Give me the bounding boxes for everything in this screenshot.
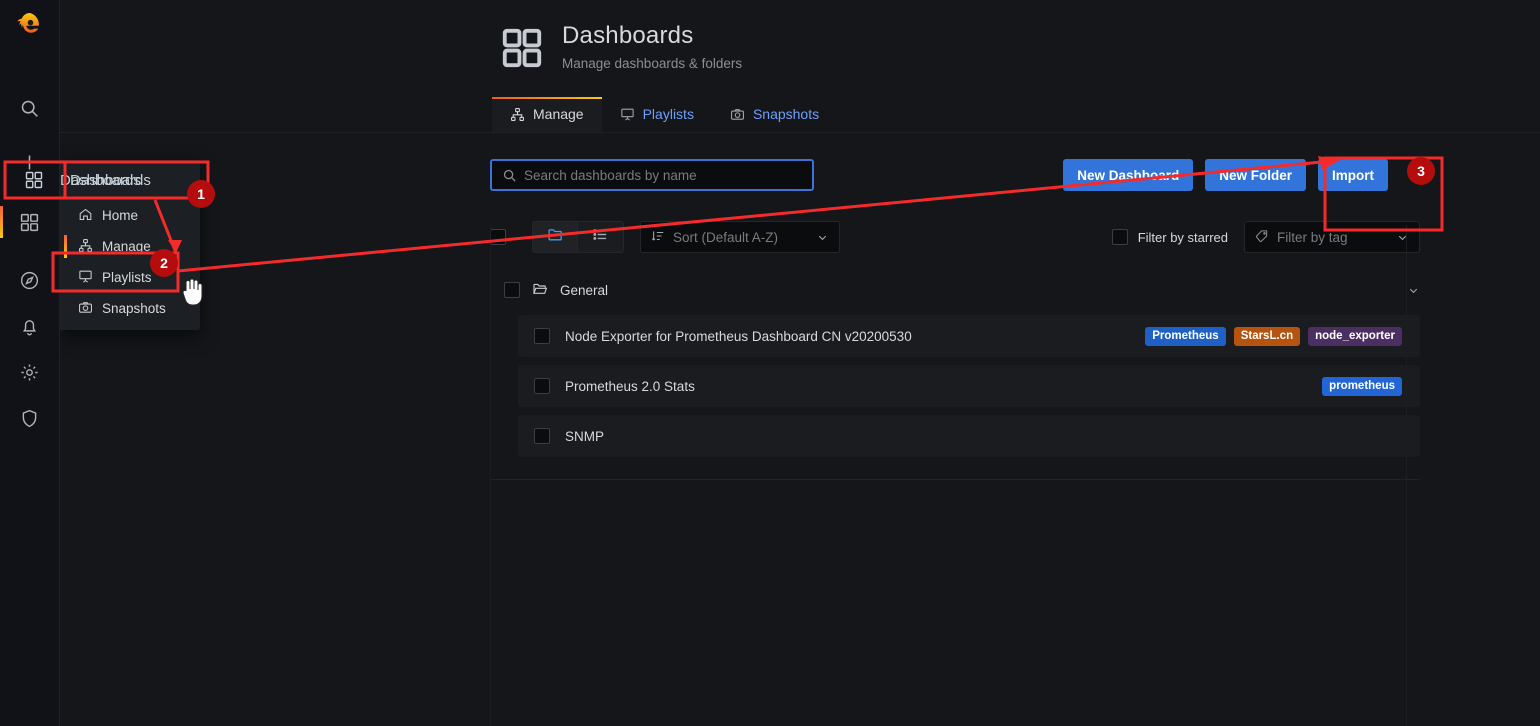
tab-label: Snapshots xyxy=(752,106,820,122)
annotation-badge-2: 2 xyxy=(150,249,178,277)
tab-playlists[interactable]: Playlists xyxy=(602,97,712,133)
panel-left-edge xyxy=(490,225,491,726)
sort-amount-down-icon xyxy=(651,229,665,246)
dashboard-title: SNMP xyxy=(565,428,605,444)
chevron-down-icon[interactable] xyxy=(1407,284,1420,297)
filter-starred-label: Filter by starred xyxy=(1137,229,1228,245)
flyout-dashboards-row[interactable]: Dashboards xyxy=(8,163,204,197)
sidebar-item-dashboards[interactable] xyxy=(0,200,60,244)
dashboard-title: Prometheus 2.0 Stats xyxy=(565,378,695,394)
filter-by-starred[interactable]: Filter by starred xyxy=(1111,229,1228,245)
search-icon[interactable] xyxy=(0,86,60,130)
table-row[interactable]: Prometheus 2.0 Stats prometheus xyxy=(518,365,1420,407)
dashboard-title: Node Exporter for Prometheus Dashboard C… xyxy=(565,328,912,344)
status-badge[interactable]: prometheus xyxy=(1322,376,1402,396)
flyout-item-label: Home xyxy=(102,208,139,223)
sitemap-icon xyxy=(78,238,93,256)
search-field-wrapper[interactable] xyxy=(490,159,814,191)
list-divider xyxy=(490,479,1420,480)
tab-manage[interactable]: Manage xyxy=(492,97,602,133)
badge-label: 3 xyxy=(1417,163,1425,179)
panel-right-edge xyxy=(1406,225,1407,726)
status-badge[interactable]: node_exporter xyxy=(1308,326,1402,346)
rail-icon-list xyxy=(0,86,59,440)
tag-icon xyxy=(1255,229,1269,246)
new-dashboard-button[interactable]: New Dashboard xyxy=(1063,159,1194,191)
row-checkbox[interactable] xyxy=(534,428,550,444)
left-nav-rail xyxy=(0,0,60,726)
sort-select[interactable]: Sort (Default A-Z) xyxy=(640,221,840,253)
list-view-button[interactable] xyxy=(578,221,624,253)
filter-toolbar: Sort (Default A-Z) Filter by starred Fil… xyxy=(60,221,1540,253)
new-folder-button[interactable]: New Folder xyxy=(1205,159,1306,191)
app-root: Dashboards Home Manage Playlists Snapsho xyxy=(0,0,1540,726)
filter-starred-checkbox[interactable] xyxy=(1111,229,1128,245)
grafana-logo[interactable] xyxy=(8,6,52,46)
actions-row: New Dashboard New Folder Import xyxy=(60,159,1540,191)
chevron-down-icon xyxy=(1396,231,1409,244)
row-checkbox[interactable] xyxy=(534,378,550,394)
page-subtitle: Manage dashboards & folders xyxy=(562,56,743,71)
import-button[interactable]: Import xyxy=(1318,159,1388,191)
tab-label: Manage xyxy=(533,106,584,122)
flyout-item-home[interactable]: Home xyxy=(60,200,200,231)
folder-open-icon xyxy=(532,281,548,300)
select-all-checkbox[interactable] xyxy=(490,229,506,245)
presentation-icon xyxy=(620,107,635,122)
flyout-dashboards-label: Dashboards xyxy=(60,171,141,189)
table-row[interactable]: SNMP xyxy=(518,415,1420,457)
folder-view-button[interactable] xyxy=(532,221,578,253)
sitemap-icon xyxy=(510,107,525,122)
presentation-icon xyxy=(78,269,93,287)
sort-select-label: Sort (Default A-Z) xyxy=(673,229,779,245)
camera-icon xyxy=(730,107,745,122)
tag-list: Prometheus StarsL.cn node_exporter xyxy=(1145,326,1402,346)
shield-icon[interactable] xyxy=(0,396,60,440)
tab-snapshots[interactable]: Snapshots xyxy=(712,97,837,133)
list-icon xyxy=(592,226,609,248)
badge-label: 1 xyxy=(197,186,205,202)
camera-icon xyxy=(78,300,93,318)
filter-by-tag-select[interactable]: Filter by tag xyxy=(1244,221,1420,253)
page-tabs: Manage Playlists Snapshots xyxy=(60,97,1540,133)
flyout-item-label: Snapshots xyxy=(102,301,166,316)
bell-icon[interactable] xyxy=(0,304,60,348)
page-title: Dashboards xyxy=(562,22,694,49)
flyout-item-label: Manage xyxy=(102,239,151,254)
row-checkbox[interactable] xyxy=(534,328,550,344)
status-badge[interactable]: StarsL.cn xyxy=(1233,326,1301,346)
home-icon xyxy=(78,207,93,225)
search-input[interactable] xyxy=(492,161,812,189)
badge-label: 2 xyxy=(160,255,168,271)
mouse-cursor xyxy=(182,278,203,306)
gear-icon[interactable] xyxy=(0,350,60,394)
dashboards-grid-icon xyxy=(8,170,60,190)
tab-label: Playlists xyxy=(642,106,694,122)
flyout-item-manage[interactable]: Manage xyxy=(60,231,200,262)
page-header: Dashboards Manage dashboards & folders xyxy=(60,0,1540,75)
dashboards-page: Dashboards Manage dashboards & folders M… xyxy=(60,0,1540,726)
dashboard-list: General Node Exporter for Prometheus Das… xyxy=(60,273,1540,480)
folder-name: General xyxy=(560,282,609,298)
apps-grid-icon xyxy=(500,26,544,75)
flyout-item-label: Playlists xyxy=(102,270,152,285)
filter-tag-placeholder: Filter by tag xyxy=(1277,229,1348,245)
folder-checkbox[interactable] xyxy=(504,282,520,298)
table-row[interactable]: Node Exporter for Prometheus Dashboard C… xyxy=(518,315,1420,357)
folder-icon xyxy=(547,226,564,248)
search-icon xyxy=(502,168,517,183)
main-content: Dashboards Manage dashboards & folders M… xyxy=(60,0,1540,726)
view-mode-toggle-group xyxy=(532,221,624,253)
chevron-down-icon xyxy=(816,231,829,244)
annotation-badge-1: 1 xyxy=(187,180,215,208)
status-badge[interactable]: Prometheus xyxy=(1145,326,1226,346)
annotation-badge-3: 3 xyxy=(1407,157,1435,185)
compass-icon[interactable] xyxy=(0,258,60,302)
tag-list: prometheus xyxy=(1322,376,1402,396)
folder-row-general[interactable]: General xyxy=(490,273,1420,307)
